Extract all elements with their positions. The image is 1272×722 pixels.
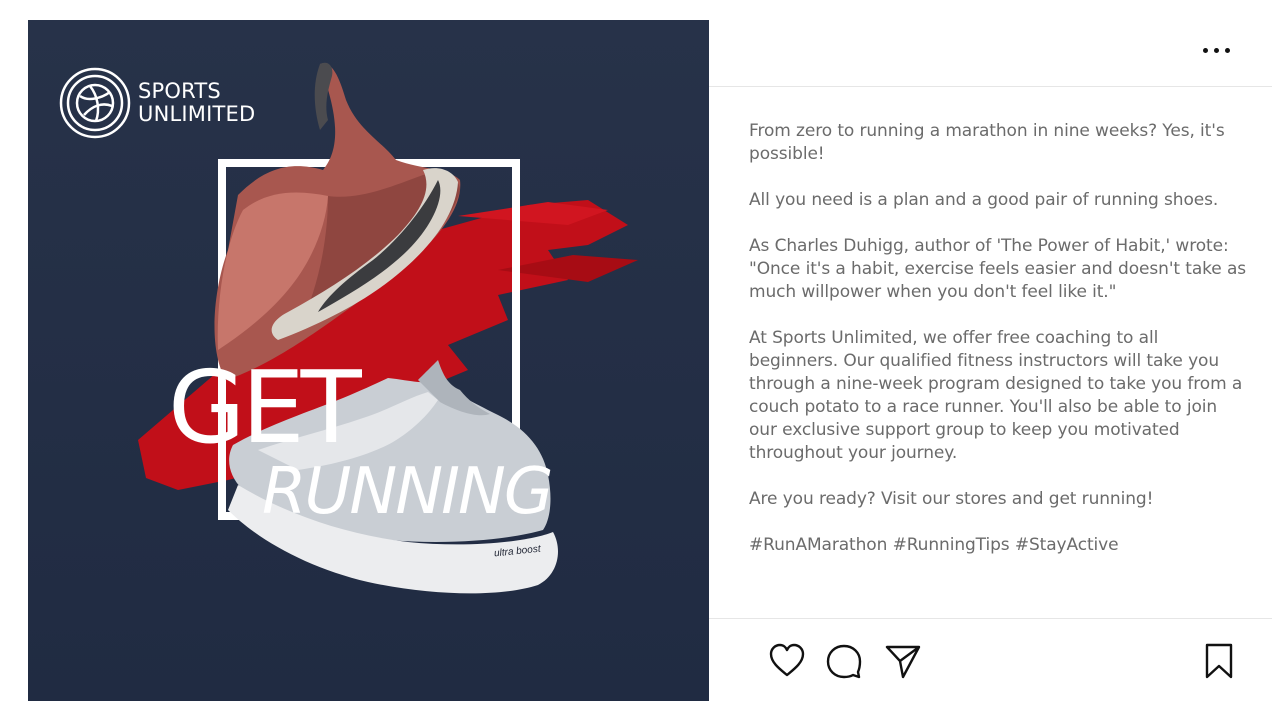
comment-icon[interactable] xyxy=(824,641,864,681)
caption-paragraph: At Sports Unlimited, we offer free coach… xyxy=(749,328,1243,463)
more-horizontal-icon[interactable] xyxy=(1200,40,1234,60)
heart-icon[interactable] xyxy=(767,641,807,681)
brand-name-line1: SPORTS xyxy=(138,79,221,103)
post-caption: From zero to running a marathon in nine … xyxy=(749,120,1249,580)
headline-running: RUNNING xyxy=(262,455,553,529)
brand-logo: SPORTS UNLIMITED xyxy=(58,66,255,140)
caption-paragraph: As Charles Duhigg, author of 'The Power … xyxy=(749,236,1247,302)
caption-paragraph: Are you ready? Visit our stores and get … xyxy=(749,489,1154,509)
post-image: SPORTS UNLIMITED GET RUNNING ultra boost xyxy=(28,20,709,701)
caption-hashtags: #RunAMarathon #RunningTips #StayActive xyxy=(749,535,1119,555)
caption-paragraph: All you need is a plan and a good pair o… xyxy=(749,190,1219,210)
post-header xyxy=(709,20,1272,87)
bookmark-icon[interactable] xyxy=(1199,641,1239,681)
basketball-icon xyxy=(59,67,131,139)
action-bar xyxy=(709,618,1272,701)
brand-logo-text: SPORTS UNLIMITED xyxy=(138,80,255,126)
post-side-panel: From zero to running a marathon in nine … xyxy=(709,20,1272,701)
brand-name-line2: UNLIMITED xyxy=(138,102,256,126)
send-icon[interactable] xyxy=(883,641,923,681)
caption-paragraph: From zero to running a marathon in nine … xyxy=(749,121,1225,164)
headline-get: GET xyxy=(168,349,362,466)
